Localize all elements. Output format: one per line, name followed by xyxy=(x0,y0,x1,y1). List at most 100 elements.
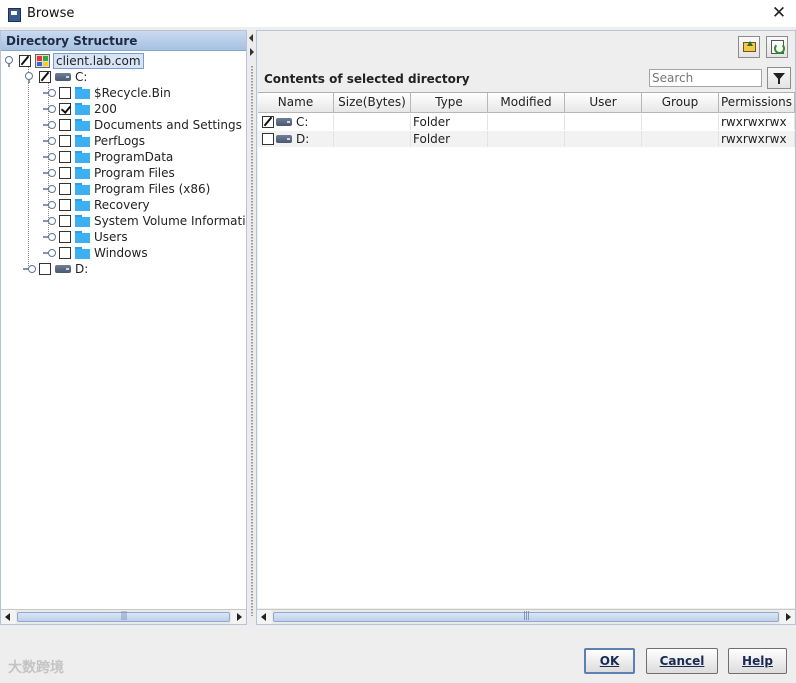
tree-node[interactable]: client.lab.com xyxy=(3,53,144,69)
scroll-left-icon[interactable] xyxy=(1,610,16,624)
tree-node[interactable]: C: xyxy=(23,69,87,85)
tree-node-label: Program Files (x86) xyxy=(94,182,211,196)
contents-table: Name Size(Bytes) Type Modified User Group Perm… xyxy=(258,92,795,608)
folder-icon xyxy=(75,87,90,99)
scroll-right-icon[interactable] xyxy=(231,610,246,624)
help-button[interactable]: Help xyxy=(728,648,787,674)
collapsed-handle-icon[interactable] xyxy=(43,87,56,99)
collapse-left-icon[interactable] xyxy=(249,34,253,42)
column-header[interactable]: Permissions xyxy=(719,93,795,113)
expanded-handle-icon[interactable] xyxy=(23,71,35,83)
tree-node[interactable]: Windows xyxy=(43,245,148,261)
cancel-button[interactable]: Cancel xyxy=(646,648,718,674)
tree-checkbox[interactable] xyxy=(59,199,71,211)
scroll-thumb[interactable] xyxy=(273,612,779,622)
collapsed-handle-icon[interactable] xyxy=(43,135,56,147)
drive-icon xyxy=(55,265,71,273)
refresh-button[interactable] xyxy=(766,36,788,58)
tree-node-label: PerfLogs xyxy=(94,134,146,148)
scroll-thumb[interactable] xyxy=(17,612,230,622)
tree-node[interactable]: Recovery xyxy=(43,197,150,213)
title-bar: Browse ✕ xyxy=(0,0,796,27)
tree-node-label: System Volume Information xyxy=(94,214,246,228)
row-checkbox[interactable] xyxy=(262,116,274,128)
tree-checkbox[interactable] xyxy=(59,119,71,131)
tree-checkbox[interactable] xyxy=(59,103,71,115)
tree-checkbox[interactable] xyxy=(59,151,71,163)
folder-icon xyxy=(75,183,90,195)
modified-cell xyxy=(488,131,565,147)
up-folder-button[interactable] xyxy=(738,36,760,58)
tree-checkbox[interactable] xyxy=(59,167,71,179)
row-name-label: C: xyxy=(296,115,309,129)
column-header[interactable]: User xyxy=(565,93,642,113)
folder-icon xyxy=(75,215,90,227)
user-cell xyxy=(565,131,642,147)
column-header[interactable]: Group xyxy=(642,93,719,113)
tree-node-label: ProgramData xyxy=(94,150,174,164)
tree-node[interactable]: Documents and Settings xyxy=(43,117,242,133)
tree-node[interactable]: PerfLogs xyxy=(43,133,145,149)
refresh-icon xyxy=(771,40,785,54)
tree-node[interactable]: D: xyxy=(23,261,88,277)
tree-checkbox[interactable] xyxy=(59,215,71,227)
collapsed-handle-icon[interactable] xyxy=(43,151,56,163)
contents-title: Contents of selected directory xyxy=(264,72,470,86)
column-header[interactable]: Type xyxy=(411,93,488,113)
tree-node[interactable]: 200 xyxy=(43,101,117,117)
tree-node-label: $Recycle.Bin xyxy=(94,86,171,100)
panel-splitter[interactable] xyxy=(247,30,256,625)
scroll-right-icon[interactable] xyxy=(780,610,795,624)
tree-checkbox[interactable] xyxy=(59,183,71,195)
scroll-left-icon[interactable] xyxy=(257,610,272,624)
tree-node[interactable]: ProgramData xyxy=(43,149,173,165)
collapsed-handle-icon[interactable] xyxy=(43,103,56,115)
type-cell: Folder xyxy=(411,114,488,130)
collapsed-handle-icon[interactable] xyxy=(43,119,56,131)
tree-checkbox[interactable] xyxy=(59,87,71,99)
tree-node[interactable]: Users xyxy=(43,229,128,245)
user-cell xyxy=(565,114,642,130)
collapsed-handle-icon[interactable] xyxy=(43,215,56,227)
tree-checkbox[interactable] xyxy=(59,135,71,147)
tree-checkbox[interactable] xyxy=(59,231,71,243)
collapsed-handle-icon[interactable] xyxy=(43,231,56,243)
table-row[interactable]: C: Folder rwxrwxrwx xyxy=(258,114,795,130)
column-header[interactable]: Size(Bytes) xyxy=(334,93,411,113)
tree-checkbox[interactable] xyxy=(59,247,71,259)
expanded-handle-icon[interactable] xyxy=(3,55,15,67)
directory-structure-header: Directory Structure xyxy=(1,31,246,51)
collapse-right-icon[interactable] xyxy=(250,48,254,56)
folder-icon xyxy=(75,135,90,147)
table-row[interactable]: D: Folder rwxrwxrwx xyxy=(258,131,795,147)
filter-button[interactable] xyxy=(767,67,791,89)
tree-checkbox[interactable] xyxy=(39,263,51,275)
row-checkbox[interactable] xyxy=(262,133,274,145)
collapsed-handle-icon[interactable] xyxy=(43,183,56,195)
tree-node[interactable]: System Volume Information xyxy=(43,213,246,229)
collapsed-handle-icon[interactable] xyxy=(43,199,56,211)
collapsed-handle-icon[interactable] xyxy=(43,167,56,179)
contents-horizontal-scrollbar[interactable] xyxy=(257,609,795,624)
folder-icon xyxy=(75,231,90,243)
column-header[interactable]: Name xyxy=(258,93,334,113)
tree-node-label: 200 xyxy=(94,102,117,116)
column-header[interactable]: Modified xyxy=(488,93,565,113)
collapsed-handle-icon[interactable] xyxy=(23,263,36,275)
type-cell: Folder xyxy=(411,131,488,147)
tree-horizontal-scrollbar[interactable] xyxy=(1,609,246,624)
tree-node[interactable]: Program Files (x86) xyxy=(43,181,210,197)
ok-button[interactable]: OK xyxy=(584,648,635,674)
collapsed-handle-icon[interactable] xyxy=(43,247,56,259)
size-cell xyxy=(334,131,411,147)
tree-node[interactable]: $Recycle.Bin xyxy=(43,85,171,101)
directory-tree: client.lab.com C: $Recycle.Bin 200 Documents… xyxy=(1,51,246,603)
tree-node[interactable]: Program Files xyxy=(43,165,175,181)
tree-checkbox[interactable] xyxy=(19,55,31,67)
tree-checkbox[interactable] xyxy=(39,71,51,83)
search-input[interactable] xyxy=(649,69,762,87)
tree-node-label: Windows xyxy=(94,246,148,260)
tree-node-label: client.lab.com xyxy=(53,53,144,69)
directory-structure-panel: Directory Structure client.lab.com C: $Rec… xyxy=(0,30,247,625)
close-icon[interactable]: ✕ xyxy=(769,3,789,23)
